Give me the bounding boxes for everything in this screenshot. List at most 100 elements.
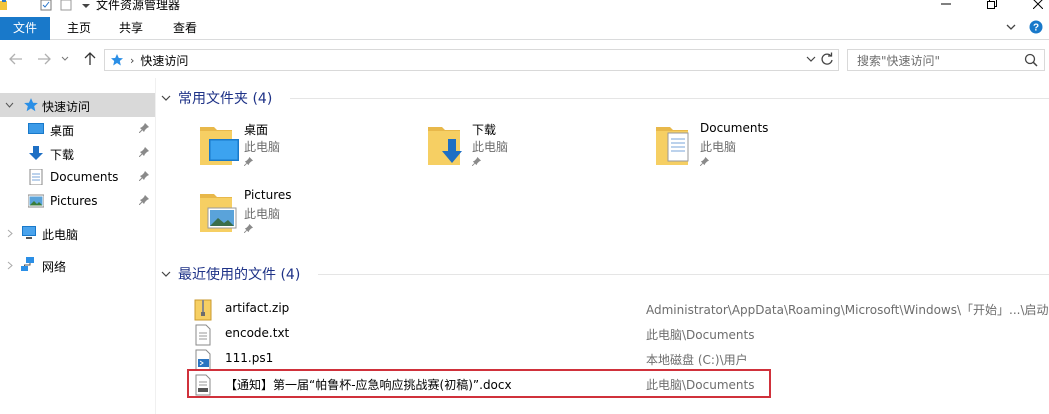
file-name: encode.txt [225, 326, 290, 340]
restore-button[interactable] [969, 0, 1015, 14]
file-name: artifact.zip [225, 301, 290, 315]
breadcrumb-separator: › [130, 53, 135, 67]
group-header-frequent[interactable]: 常用文件夹 (4) [160, 88, 272, 108]
divider [318, 274, 1049, 275]
chevron-down-icon [61, 56, 69, 61]
chevron-right-icon[interactable] [6, 261, 15, 270]
file-path: 此电脑\Documents [646, 328, 755, 342]
tab-home[interactable]: 主页 [58, 17, 100, 40]
document-icon [29, 169, 43, 185]
search-input[interactable]: 搜索"快速访问" [847, 49, 1045, 71]
file-path: Administrator\AppData\Roaming\Microsoft\… [646, 303, 1049, 317]
zip-file-icon [194, 299, 212, 321]
folder-name: Pictures [244, 188, 292, 202]
navigation-bar: › 快速访问 搜索"快速访问" [0, 41, 1049, 78]
desktop-icon [28, 123, 44, 134]
folder-tile[interactable]: Pictures 此电脑 [198, 188, 418, 248]
chevron-down-icon[interactable] [160, 269, 172, 279]
network-icon [21, 257, 34, 271]
nav-item-this-pc[interactable]: 此电脑 [0, 221, 155, 245]
ribbon: 文件 主页 共享 查看 ? [0, 14, 1049, 40]
pictures-icon [28, 194, 44, 208]
downloads-folder-icon [428, 127, 462, 165]
group-title: 常用文件夹 (4) [178, 91, 273, 107]
pane-divider[interactable] [155, 78, 156, 414]
star-icon [111, 54, 123, 66]
pin-icon[interactable] [139, 123, 149, 133]
desktop-folder-icon [200, 127, 239, 165]
expand-ribbon-icon[interactable] [1005, 21, 1017, 33]
nav-item-quick-access[interactable]: 快速访问 [0, 93, 155, 117]
forward-button[interactable] [36, 51, 52, 67]
quick-access-toolbar [0, 0, 99, 14]
chevron-down-icon[interactable] [806, 54, 816, 64]
chevron-down-icon[interactable] [80, 0, 92, 11]
pin-icon[interactable] [139, 147, 149, 157]
nav-item-network[interactable]: 网络 [0, 253, 155, 277]
title-bar: 文件资源管理器 [0, 0, 1049, 14]
folder-name: 下载 [472, 123, 497, 137]
powershell-file-icon [195, 349, 211, 371]
recent-locations-button[interactable] [60, 51, 70, 67]
minimize-button[interactable] [923, 0, 969, 14]
up-button[interactable] [82, 51, 98, 67]
list-item[interactable]: artifact.zip Administrator\AppData\Roami… [190, 297, 1049, 321]
pin-icon[interactable] [244, 224, 253, 233]
group-header-recent[interactable]: 最近使用的文件 (4) [160, 264, 300, 284]
folder-tile[interactable]: 下载 此电脑 [426, 121, 646, 181]
new-folder-icon[interactable] [60, 0, 72, 11]
list-item[interactable]: encode.txt 此电脑\Documents [190, 322, 1049, 346]
pin-icon[interactable] [472, 157, 481, 166]
folder-tile[interactable]: Documents 此电脑 [654, 121, 874, 181]
documents-folder-icon [656, 127, 689, 165]
pin-icon[interactable] [244, 157, 253, 166]
file-name: 111.ps1 [225, 351, 274, 365]
selection-highlight [187, 369, 771, 398]
svg-text:?: ? [1033, 23, 1039, 34]
breadcrumb[interactable]: 快速访问 [140, 52, 188, 69]
folder-tile[interactable]: 桌面 此电脑 [198, 121, 418, 181]
nav-label: Pictures [50, 194, 98, 208]
refresh-icon[interactable] [820, 52, 834, 66]
arrow-left-icon [9, 53, 22, 65]
computer-icon [22, 226, 36, 239]
text-file-icon [195, 324, 211, 346]
group-title: 最近使用的文件 (4) [178, 267, 301, 283]
help-icon[interactable]: ? [1029, 20, 1043, 34]
nav-label: 快速访问 [42, 100, 91, 114]
arrow-up-icon [84, 52, 96, 65]
download-icon [29, 146, 43, 160]
arrow-right-icon [38, 53, 51, 65]
window-title: 文件资源管理器 [96, 0, 181, 12]
minimize-icon [941, 3, 951, 5]
nav-label: 桌面 [50, 124, 75, 138]
chevron-right-icon[interactable] [6, 229, 15, 238]
nav-item-downloads[interactable]: 下载 [0, 141, 155, 165]
list-item[interactable]: 111.ps1 本地磁盘 (C:)\用户 [190, 347, 1049, 371]
nav-item-desktop[interactable]: 桌面 [0, 117, 155, 141]
pin-icon[interactable] [139, 171, 149, 181]
close-button[interactable] [1015, 0, 1049, 14]
tab-file[interactable]: 文件 [0, 17, 50, 40]
divider [290, 98, 1049, 99]
address-bar[interactable]: › 快速访问 [104, 49, 839, 71]
nav-label: 此电脑 [42, 228, 79, 242]
search-icon [1024, 53, 1038, 67]
nav-item-pictures[interactable]: Pictures [0, 189, 155, 213]
pin-icon[interactable] [139, 195, 149, 205]
tab-view[interactable]: 查看 [164, 17, 206, 40]
nav-label: Documents [50, 170, 119, 184]
folder-name: Documents [700, 121, 769, 135]
chevron-down-icon[interactable] [160, 93, 172, 103]
chevron-down-icon[interactable] [5, 101, 14, 110]
properties-icon[interactable] [40, 0, 52, 11]
folder-name: 桌面 [244, 123, 269, 137]
tab-share[interactable]: 共享 [110, 17, 152, 40]
nav-item-documents[interactable]: Documents [0, 165, 155, 189]
folder-location: 此电脑 [244, 207, 281, 221]
nav-label: 下载 [50, 148, 75, 162]
pin-icon[interactable] [700, 157, 709, 166]
star-icon [24, 98, 38, 112]
back-button[interactable] [8, 51, 24, 67]
folder-location: 此电脑 [472, 140, 509, 154]
